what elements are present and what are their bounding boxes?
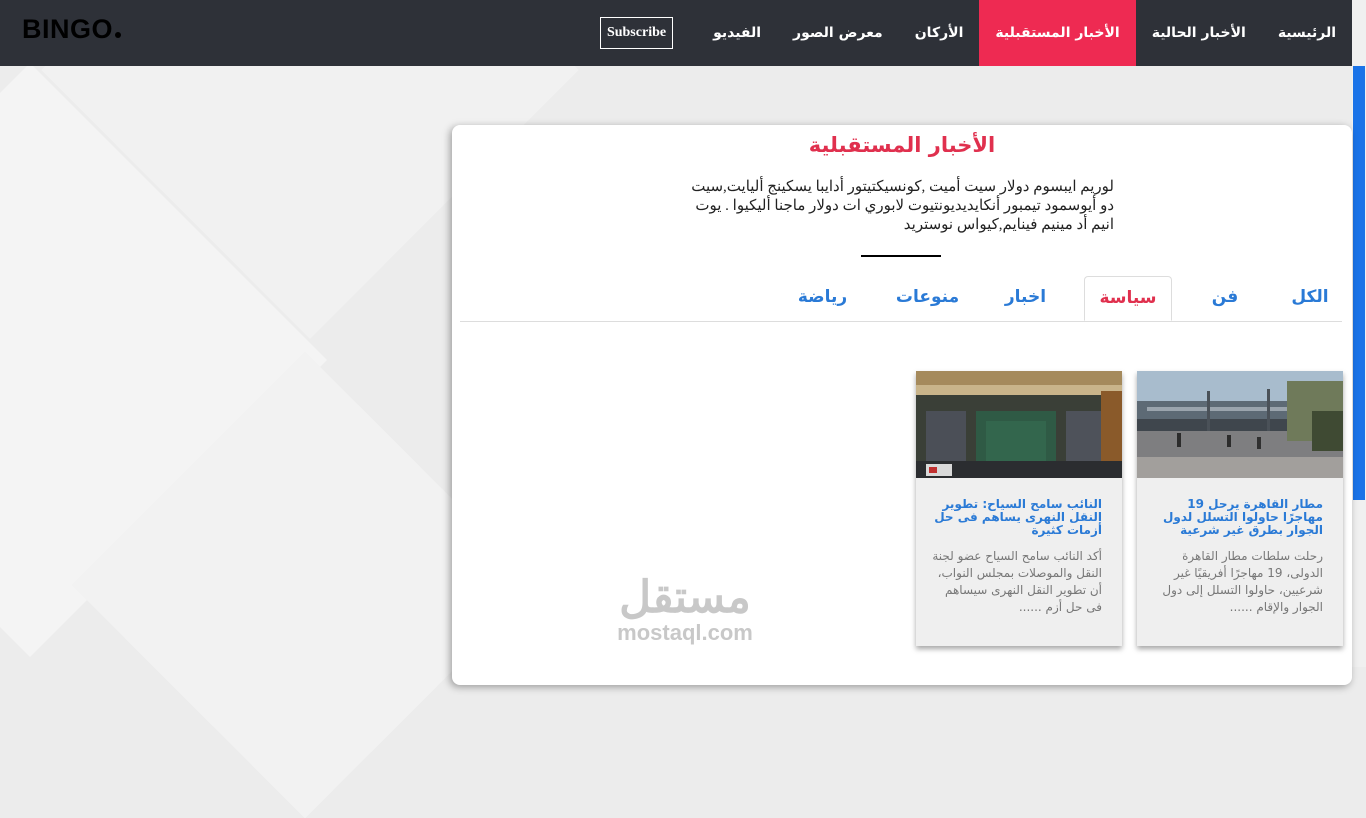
title-divider: [861, 255, 941, 257]
news-card[interactable]: مطار القاهرة يرحل 19 مهاجرًا حاولوا التس…: [1137, 371, 1343, 646]
tab-sports[interactable]: رياضة: [790, 276, 855, 319]
logo-dot: [115, 32, 122, 38]
top-navbar: BINGO الرئيسية الأخبار الحالية الأخبار ا…: [0, 0, 1352, 66]
news-title-link[interactable]: مطار القاهرة يرحل 19 مهاجرًا حاولوا التس…: [1149, 498, 1323, 537]
parliament-photo[interactable]: [916, 371, 1122, 478]
page-scrollbar[interactable]: [1352, 0, 1366, 667]
airport-photo[interactable]: [1137, 371, 1343, 478]
site-logo[interactable]: BINGO: [22, 14, 122, 45]
nav-item-home[interactable]: الرئيسية: [1262, 0, 1352, 66]
news-section-card: الأخبار المستقبلية لوريم ايبسوم دولار سي…: [452, 125, 1352, 685]
tab-news[interactable]: اخبار: [993, 276, 1058, 319]
section-description: لوريم ايبسوم دولار سيت أميت ,كونسيكتيتور…: [691, 179, 1114, 233]
nav-item-current-news[interactable]: الأخبار الحالية: [1136, 0, 1262, 66]
nav-item-future-news[interactable]: الأخبار المستقبلية: [979, 0, 1136, 66]
news-title-link[interactable]: النائب سامح السياح: تطوير النقل النهرى ي…: [928, 498, 1102, 537]
tab-all[interactable]: الكل: [1275, 276, 1345, 319]
section-title: الأخبار المستقبلية: [808, 133, 996, 157]
tab-art[interactable]: فن: [1200, 276, 1250, 319]
nav-item-video[interactable]: الفيديو: [697, 0, 777, 66]
news-card[interactable]: النائب سامح السياح: تطوير النقل النهرى ي…: [916, 371, 1122, 646]
logo-text: BINGO: [22, 14, 114, 44]
nav-item-gallery[interactable]: معرض الصور: [777, 0, 899, 66]
scrollbar-thumb[interactable]: [1353, 66, 1365, 500]
nav-menu: الرئيسية الأخبار الحالية الأخبار المستقب…: [590, 0, 1352, 66]
tab-politics[interactable]: سياسة: [1084, 276, 1172, 321]
subscribe-button[interactable]: Subscribe: [599, 17, 674, 49]
nav-item-corners[interactable]: الأركان: [899, 0, 980, 66]
watermark-latin: mostaql.com: [617, 620, 753, 645]
category-tabs: الكل فن سياسة اخبار منوعات رياضة: [460, 276, 1342, 322]
news-excerpt: أكد النائب سامح السياح عضو لجنة النقل وا…: [932, 549, 1102, 614]
mostaql-watermark: مستقل mostaql.com: [600, 575, 770, 645]
tab-misc[interactable]: منوعات: [885, 276, 970, 319]
news-excerpt: رحلت سلطات مطار القاهرة الدولى، 19 مهاجر…: [1162, 549, 1323, 614]
watermark-arabic: مستقل: [619, 573, 751, 622]
